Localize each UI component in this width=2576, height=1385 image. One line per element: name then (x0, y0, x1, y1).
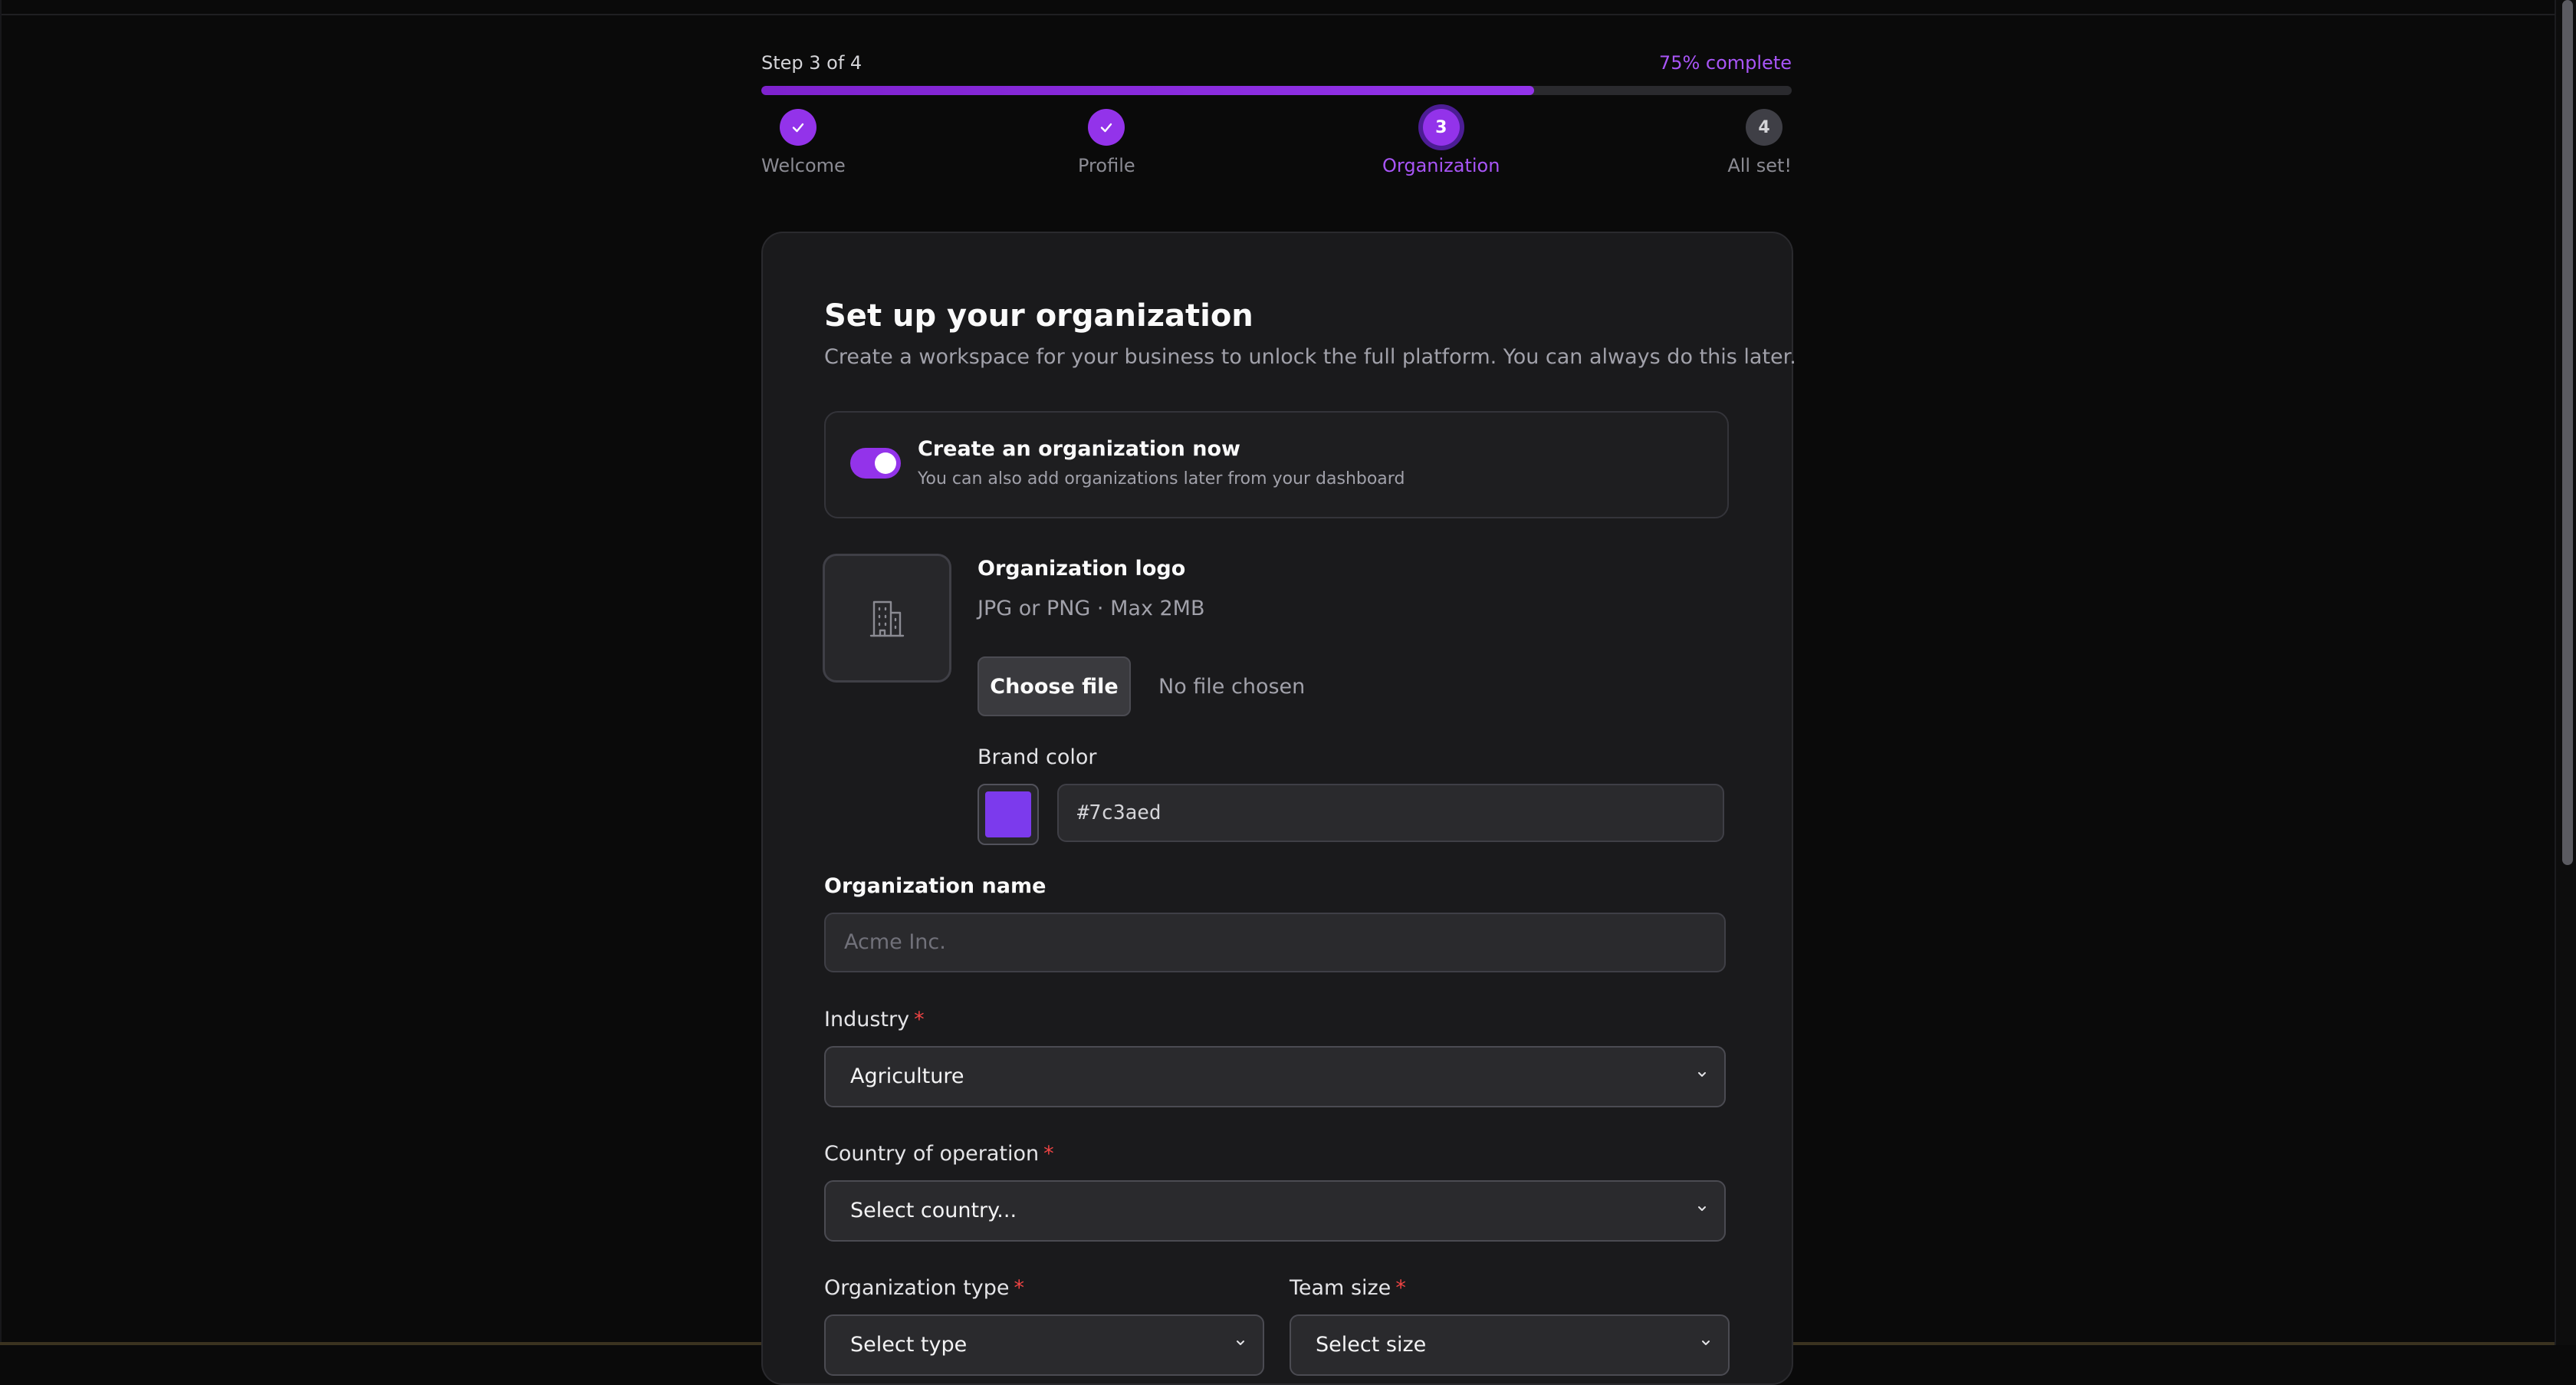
step-number: 3 (1422, 109, 1460, 146)
percent-complete: 75% complete (1658, 52, 1792, 74)
logo-preview[interactable] (823, 554, 951, 683)
onboarding-progress: Step 3 of 4 75% complete (761, 49, 1792, 95)
step-profile[interactable]: Profile (1078, 109, 1135, 176)
required-marker: * (1395, 1276, 1406, 1300)
logo-hint: JPG or PNG · Max 2MB (978, 597, 1205, 620)
toggle-title: Create an organization now (918, 437, 1240, 461)
country-label: Country of operation * (824, 1142, 1054, 1166)
org-type-select[interactable]: Select type (824, 1314, 1264, 1376)
logo-label: Organization logo (978, 557, 1186, 581)
step-organization[interactable]: 3 Organization (1382, 109, 1500, 176)
team-size-select[interactable]: Select size (1290, 1314, 1730, 1376)
progress-track (761, 86, 1792, 95)
building-icon (869, 600, 905, 637)
page-description: Create a workspace for your business to … (824, 345, 1796, 369)
step-label: Profile (1078, 155, 1135, 176)
org-name-label: Organization name (824, 874, 1046, 898)
required-marker: * (1043, 1142, 1054, 1166)
org-type-label-text: Organization type (824, 1276, 1010, 1300)
required-marker: * (914, 1008, 925, 1031)
industry-label: Industry * (824, 1008, 925, 1031)
page-title: Set up your organization (824, 298, 1254, 334)
step-number: 4 (1746, 109, 1783, 146)
no-file-text: No file chosen (1158, 675, 1306, 699)
window-edge (0, 0, 2, 1345)
org-type-label: Organization type * (824, 1276, 1024, 1300)
choose-file-button[interactable]: Choose file (978, 656, 1131, 716)
team-size-label-text: Team size (1290, 1276, 1392, 1300)
country-value: Select country... (850, 1199, 1017, 1222)
step-counter: Step 3 of 4 (761, 52, 863, 74)
team-size-label: Team size * (1290, 1276, 1406, 1300)
stepper: Welcome Profile 3 Organization 4 All set… (761, 109, 1792, 186)
industry-label-text: Industry (824, 1008, 910, 1031)
step-welcome[interactable]: Welcome (761, 109, 846, 176)
step-label: All set! (1727, 155, 1792, 176)
chevron-down-icon (1237, 1341, 1244, 1345)
step-all-set[interactable]: 4 All set! (1727, 109, 1792, 176)
create-org-toggle-box: Create an organization now You can also … (824, 411, 1729, 518)
organization-card: Set up your organization Create a worksp… (761, 232, 1796, 1385)
org-name-input[interactable]: Acme Inc. (824, 913, 1726, 972)
scrollbar-thumb[interactable] (2562, 0, 2573, 865)
toggle-subtitle: You can also add organizations later fro… (918, 469, 1405, 489)
country-label-text: Country of operation (824, 1142, 1040, 1166)
brand-color-picker[interactable] (978, 784, 1039, 845)
industry-select[interactable]: Agriculture (824, 1046, 1726, 1107)
brand-color-swatch (985, 791, 1031, 837)
chevron-down-icon (1702, 1341, 1710, 1345)
toggle-knob (875, 452, 896, 474)
check-icon (780, 109, 816, 146)
chevron-down-icon (1698, 1206, 1706, 1211)
step-label: Welcome (761, 155, 846, 176)
top-bar (0, 0, 2576, 15)
create-org-toggle[interactable] (850, 448, 901, 479)
industry-value: Agriculture (850, 1064, 964, 1088)
brand-color-hex-input[interactable]: #7c3aed (1057, 784, 1724, 842)
required-marker: * (1014, 1276, 1025, 1300)
scrollbar[interactable] (2555, 0, 2576, 1345)
brand-color-label: Brand color (978, 745, 1097, 769)
progress-fill (761, 86, 1534, 95)
step-label: Organization (1382, 155, 1500, 176)
chevron-down-icon (1698, 1072, 1706, 1077)
check-icon (1088, 109, 1125, 146)
country-select[interactable]: Select country... (824, 1180, 1726, 1242)
